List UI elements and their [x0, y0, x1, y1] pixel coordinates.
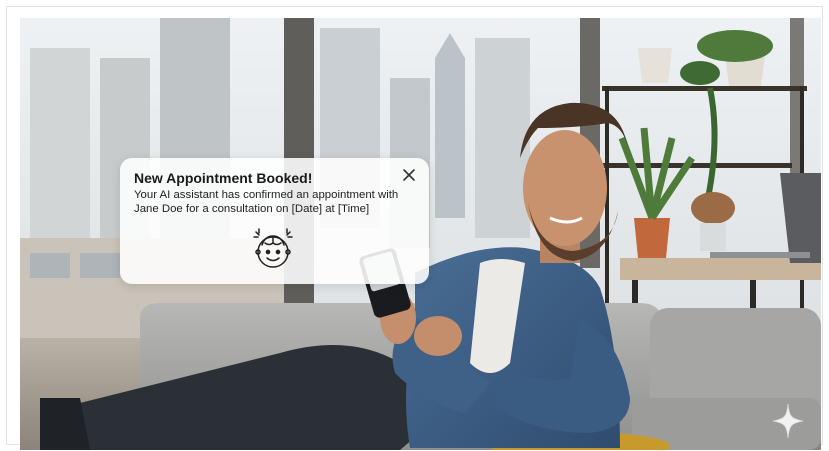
notification-body-line-1: Your AI assistant has confirmed an appoi… — [134, 189, 399, 201]
notification-body-line-2: Jane Doe for a consultation on [Date] at… — [134, 202, 370, 215]
sparkle-icon — [772, 403, 804, 439]
ai-brain-face-icon — [250, 227, 296, 271]
appointment-notification[interactable]: New Appointment Booked! Your AI assistan… — [120, 158, 429, 284]
close-icon[interactable] — [401, 167, 417, 183]
notification-body: Your AI assistant has confirmed an appoi… — [134, 189, 416, 216]
notification-title: New Appointment Booked! — [134, 170, 313, 186]
